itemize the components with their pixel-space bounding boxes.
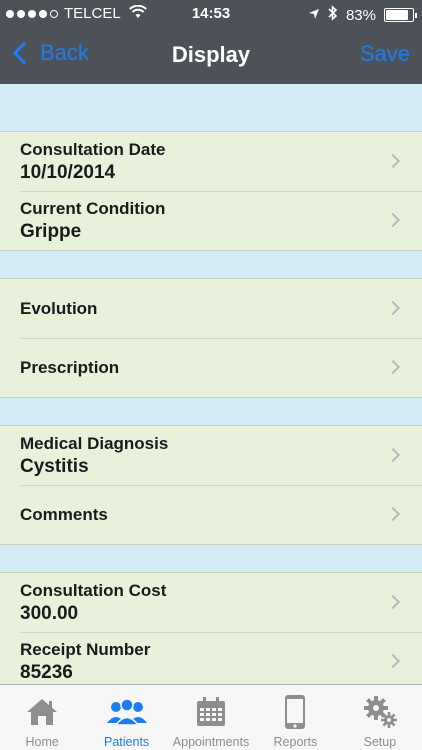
tab-patients[interactable]: Patients bbox=[84, 685, 168, 750]
calendar-icon bbox=[195, 693, 227, 731]
section-spacer bbox=[0, 545, 422, 572]
prescription-row[interactable]: Prescription bbox=[0, 338, 422, 397]
detail-list: Consultation Date 10/10/2014 Current Con… bbox=[0, 84, 422, 692]
navigation-bar: Back Display Save bbox=[0, 28, 422, 84]
consultation-date-row[interactable]: Consultation Date 10/10/2014 bbox=[0, 132, 422, 191]
medical-diagnosis-row[interactable]: Medical Diagnosis Cystitis bbox=[0, 426, 422, 485]
row-label: Prescription bbox=[20, 357, 120, 377]
row-label: Comments bbox=[20, 504, 108, 524]
row-value: 85236 bbox=[20, 661, 73, 683]
home-icon bbox=[25, 693, 59, 731]
battery-icon bbox=[384, 8, 417, 22]
tab-label: Setup bbox=[363, 735, 397, 749]
save-button[interactable]: Save bbox=[360, 41, 410, 67]
row-label: Consultation Cost bbox=[20, 580, 167, 600]
diagnosis-section: Medical Diagnosis Cystitis Comments bbox=[0, 425, 422, 545]
row-value: 300.00 bbox=[20, 602, 79, 624]
tab-appointments[interactable]: Appointments bbox=[169, 685, 253, 750]
status-bar: TELCEL 14:53 83% bbox=[0, 0, 422, 28]
treatment-section: Evolution Prescription bbox=[0, 278, 422, 398]
phone-icon bbox=[284, 693, 306, 731]
tab-setup[interactable]: Setup bbox=[338, 685, 422, 750]
row-label: Consultation Date bbox=[20, 139, 166, 159]
comments-row[interactable]: Comments bbox=[0, 485, 422, 544]
section-spacer bbox=[0, 84, 422, 131]
row-value: 10/10/2014 bbox=[20, 161, 116, 183]
consultation-section: Consultation Date 10/10/2014 Current Con… bbox=[0, 131, 422, 251]
gear-icon bbox=[362, 693, 398, 731]
battery-level bbox=[386, 10, 408, 20]
row-label: Current Condition bbox=[20, 198, 166, 218]
row-value: Cystitis bbox=[20, 455, 89, 477]
section-spacer bbox=[0, 251, 422, 278]
consultation-cost-row[interactable]: Consultation Cost 300.00 bbox=[0, 573, 422, 632]
tab-label: Patients bbox=[104, 735, 150, 749]
tab-bar: Home Patients Appointments Reports Setup bbox=[0, 684, 422, 750]
tab-home[interactable]: Home bbox=[0, 685, 84, 750]
bluetooth-icon bbox=[328, 5, 338, 25]
tab-label: Home bbox=[25, 735, 59, 749]
row-label: Receipt Number bbox=[20, 639, 151, 659]
receipt-number-row[interactable]: Receipt Number 85236 bbox=[0, 632, 422, 691]
patients-icon bbox=[105, 693, 149, 731]
tab-reports[interactable]: Reports bbox=[253, 685, 337, 750]
row-value: Grippe bbox=[20, 220, 82, 242]
location-icon bbox=[308, 7, 320, 24]
status-right: 83% bbox=[308, 5, 417, 25]
battery-percent: 83% bbox=[345, 6, 376, 24]
evolution-row[interactable]: Evolution bbox=[0, 279, 422, 338]
tab-label: Appointments bbox=[172, 735, 250, 749]
page-title: Display bbox=[171, 42, 251, 67]
row-label: Evolution bbox=[20, 298, 98, 318]
current-condition-row[interactable]: Current Condition Grippe bbox=[0, 191, 422, 250]
tab-label: Reports bbox=[273, 735, 318, 749]
section-spacer bbox=[0, 398, 422, 425]
row-label: Medical Diagnosis bbox=[20, 433, 169, 453]
billing-section: Consultation Cost 300.00 Receipt Number … bbox=[0, 572, 422, 692]
